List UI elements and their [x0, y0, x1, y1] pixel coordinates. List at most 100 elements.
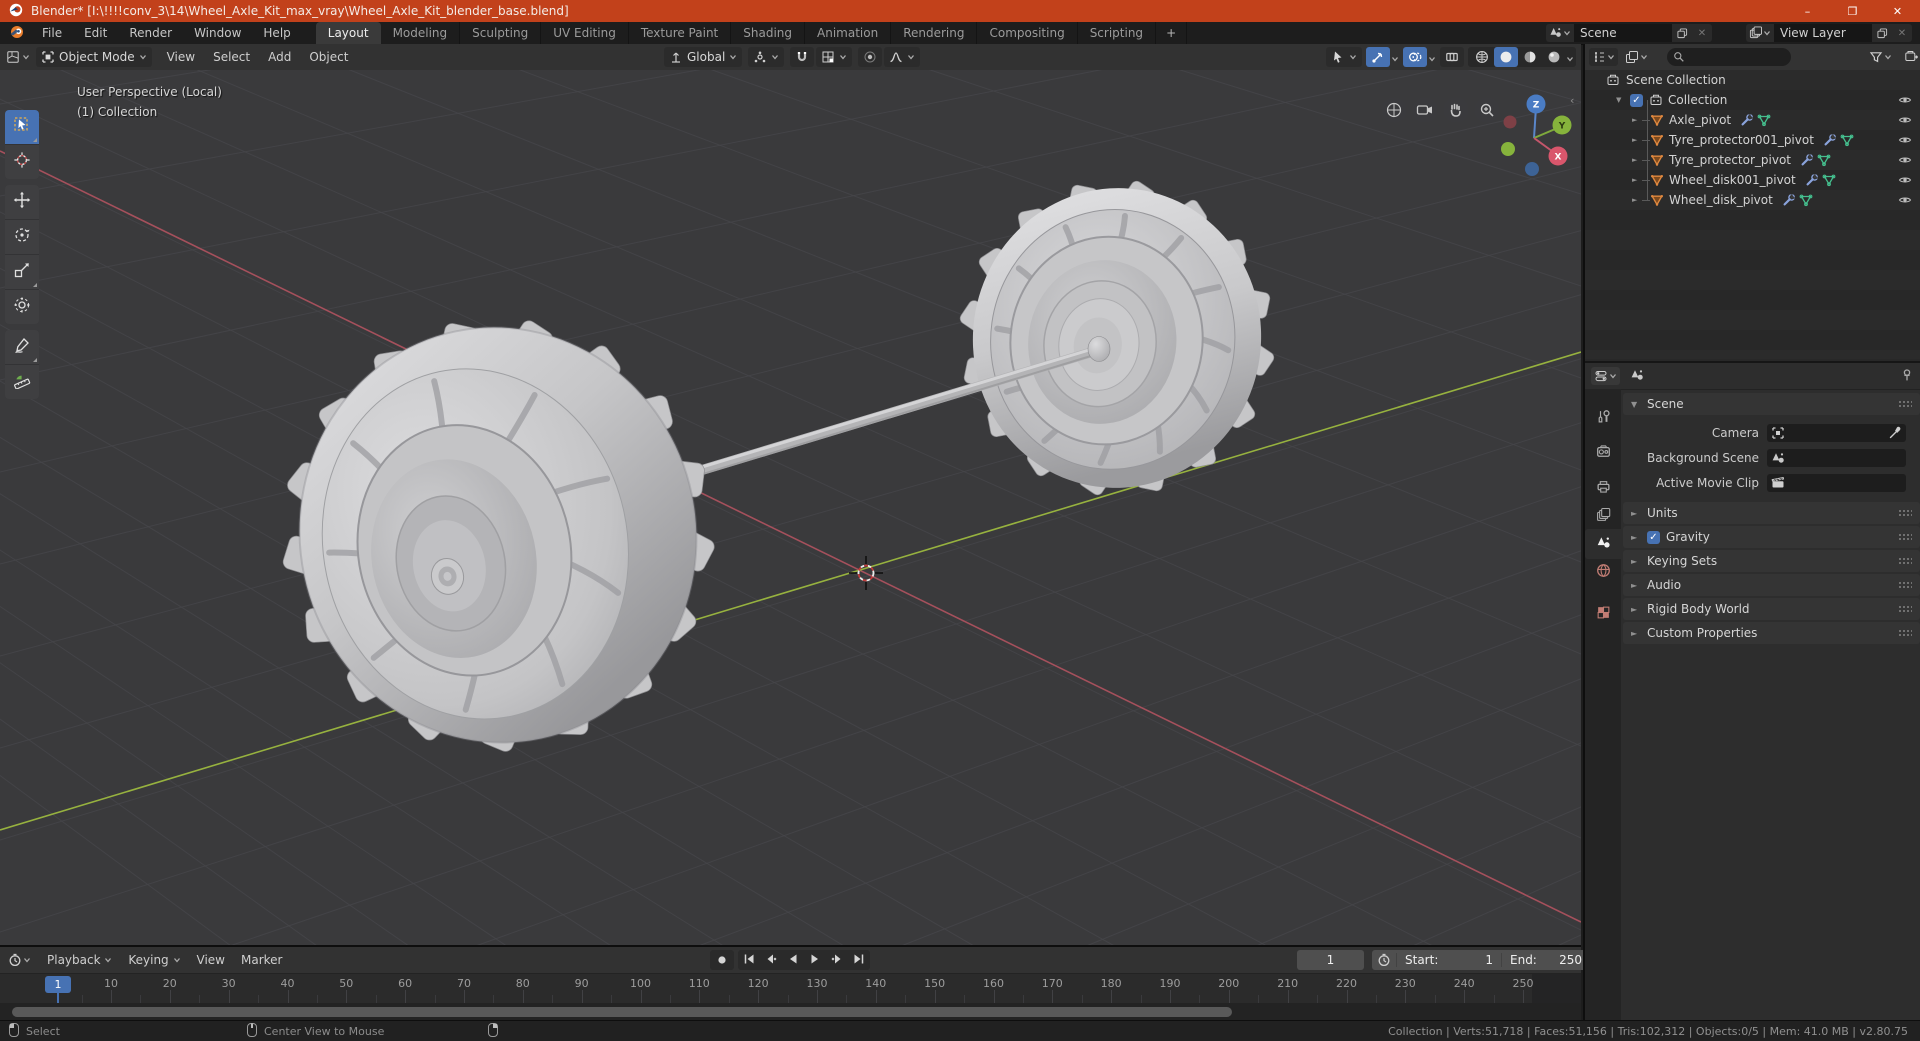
properties-tab-tool[interactable] — [1585, 403, 1621, 433]
hide-in-viewport-toggle[interactable] — [1898, 153, 1912, 170]
timeline-menu-playback[interactable]: Playback — [39, 947, 120, 973]
view-layer-name-field[interactable]: View Layer — [1774, 24, 1872, 42]
panel-header-gravity[interactable]: ► ✓ Gravity — [1623, 526, 1920, 548]
jump-to-start-button[interactable] — [738, 951, 760, 970]
proportional-falloff-dropdown[interactable] — [884, 47, 921, 67]
outliner-row[interactable]: ► Wheel_disk_pivot — [1585, 190, 1920, 210]
new-collection-button[interactable] — [1904, 48, 1918, 67]
properties-tab-world[interactable] — [1585, 557, 1621, 587]
add-workspace-button[interactable]: + — [1156, 22, 1188, 44]
workspace-tab-animation[interactable]: Animation — [805, 22, 892, 44]
timeline-scrollbar-thumb[interactable] — [12, 1007, 1232, 1017]
outliner-filter-dropdown[interactable] — [1869, 50, 1892, 64]
current-frame-badge[interactable]: 1 — [45, 976, 71, 993]
timeline-editor-type-button[interactable] — [8, 953, 31, 967]
start-frame-field[interactable]: Start: 1 — [1397, 953, 1502, 967]
workspace-tab-texture-paint[interactable]: Texture Paint — [629, 22, 732, 44]
panel-header-scene[interactable]: ▼ Scene — [1623, 393, 1920, 415]
end-frame-field[interactable]: End: 250 — [1502, 953, 1590, 967]
gravity-checkbox[interactable]: ✓ — [1647, 530, 1660, 544]
expander-right-icon[interactable]: ► — [1632, 176, 1642, 184]
snapping-toggle[interactable] — [790, 47, 815, 67]
eyedropper-icon[interactable] — [1888, 426, 1902, 440]
panel-header-audio[interactable]: ► Audio — [1623, 574, 1920, 596]
shading-rendered-button[interactable] — [1542, 47, 1566, 67]
outliner-row[interactable]: ► Tyre_protector_pivot — [1585, 150, 1920, 170]
properties-tab-render[interactable] — [1585, 438, 1621, 468]
timeline-ruler[interactable]: 10 20 30 40 50 60 70 80 90 100 110 120 130 140 150 160 1… — [0, 973, 1581, 1023]
outliner-editor-type-button[interactable] — [1589, 48, 1618, 66]
remove-view-layer-button[interactable]: ✕ — [1892, 24, 1912, 42]
workspace-tab-rendering[interactable]: Rendering — [891, 22, 978, 44]
panel-header-keying-sets[interactable]: ► Keying Sets — [1623, 550, 1920, 572]
timeline-menu-view[interactable]: View — [189, 947, 233, 973]
play-reverse-button[interactable] — [782, 951, 804, 970]
timeline-menu-keying[interactable]: Keying — [120, 947, 188, 973]
hide-in-viewport-toggle[interactable] — [1898, 133, 1912, 150]
viewport-3d[interactable]: Object Mode View Select Add Object Global — [0, 44, 1581, 945]
shading-dropdown[interactable] — [1566, 48, 1574, 67]
workspace-tab-compositing[interactable]: Compositing — [977, 22, 1078, 44]
panel-header-units[interactable]: ► Units — [1623, 502, 1920, 524]
viewport-menu-object[interactable]: Object — [300, 44, 357, 70]
viewport-menu-view[interactable]: View — [158, 44, 204, 70]
show-gizmo-toggle[interactable] — [1366, 47, 1390, 67]
new-scene-button[interactable] — [1672, 24, 1692, 42]
hide-in-viewport-toggle[interactable] — [1898, 113, 1912, 130]
tool-cursor[interactable] — [5, 145, 39, 179]
tool-move[interactable] — [5, 185, 39, 220]
unlink-scene-button[interactable]: ✕ — [1692, 24, 1712, 42]
topbar-menu-window[interactable]: Window — [183, 22, 252, 44]
property-field-active-movie-clip[interactable] — [1767, 474, 1906, 492]
grid-perspective-button[interactable] — [1381, 97, 1407, 123]
snapping-dropdown[interactable] — [816, 47, 853, 67]
property-field-camera[interactable] — [1767, 424, 1906, 442]
outliner-row[interactable]: ► Axle_pivot — [1585, 110, 1920, 130]
hide-in-viewport-toggle[interactable] — [1898, 193, 1912, 210]
properties-tab-view-layer[interactable] — [1585, 501, 1621, 531]
topbar-menu-file[interactable]: File — [31, 22, 73, 44]
timeline-menu-marker[interactable]: Marker — [233, 947, 290, 973]
camera-view-button[interactable] — [1412, 97, 1438, 123]
panel-header-custom-properties[interactable]: ► Custom Properties — [1623, 622, 1920, 644]
workspace-tab-layout[interactable]: Layout — [315, 22, 381, 44]
panel-drag-dots[interactable] — [1898, 629, 1912, 637]
auto-keying-button[interactable] — [710, 950, 734, 970]
outliner-row[interactable]: ▼ ✓ Collection — [1585, 90, 1920, 110]
properties-editor-type-button[interactable] — [1591, 367, 1620, 385]
panel-drag-dots[interactable] — [1898, 581, 1912, 589]
outliner-row[interactable]: ► Wheel_disk001_pivot — [1585, 170, 1920, 190]
panel-drag-dots[interactable] — [1898, 509, 1912, 517]
workspace-tab-sculpting[interactable]: Sculpting — [460, 22, 542, 44]
blender-menu-icon[interactable] — [9, 24, 25, 43]
outliner-row[interactable]: Scene Collection — [1585, 70, 1920, 90]
pan-view-button[interactable] — [1443, 97, 1469, 123]
properties-tab-scene[interactable] — [1585, 529, 1621, 559]
tool-rotate[interactable] — [5, 220, 39, 255]
shading-solid-button[interactable] — [1494, 47, 1518, 67]
panel-header-rigid-body-world[interactable]: ► Rigid Body World — [1623, 598, 1920, 620]
outliner-row[interactable]: ► Tyre_protector001_pivot — [1585, 130, 1920, 150]
topbar-menu-edit[interactable]: Edit — [73, 22, 118, 44]
xray-toggle[interactable] — [1440, 47, 1464, 67]
viewport-menu-select[interactable]: Select — [204, 44, 259, 70]
expander-right-icon[interactable]: ► — [1632, 156, 1642, 164]
transform-orientation-dropdown[interactable]: Global — [664, 47, 743, 67]
pivot-point-dropdown[interactable] — [748, 47, 785, 67]
panel-drag-dots[interactable] — [1898, 557, 1912, 565]
axis-gizmo[interactable]: Z Y X — [1490, 84, 1578, 194]
properties-tab-output[interactable] — [1585, 473, 1621, 503]
scene-name-field[interactable]: Scene — [1574, 24, 1672, 42]
expander-down-icon[interactable]: ▼ — [1616, 96, 1626, 104]
shading-wireframe-button[interactable] — [1470, 47, 1494, 67]
expander-right-icon[interactable]: ► — [1632, 136, 1642, 144]
show-overlays-toggle[interactable] — [1403, 47, 1427, 67]
topbar-menu-help[interactable]: Help — [252, 22, 301, 44]
overlays-dropdown[interactable] — [1428, 48, 1436, 67]
shading-material-button[interactable] — [1518, 47, 1542, 67]
hide-in-viewport-toggle[interactable] — [1898, 173, 1912, 190]
jump-to-end-button[interactable] — [848, 951, 870, 970]
workspace-tab-modeling[interactable]: Modeling — [381, 22, 461, 44]
panel-drag-dots[interactable] — [1898, 400, 1912, 408]
outliner-display-mode-dropdown[interactable] — [1622, 48, 1651, 66]
